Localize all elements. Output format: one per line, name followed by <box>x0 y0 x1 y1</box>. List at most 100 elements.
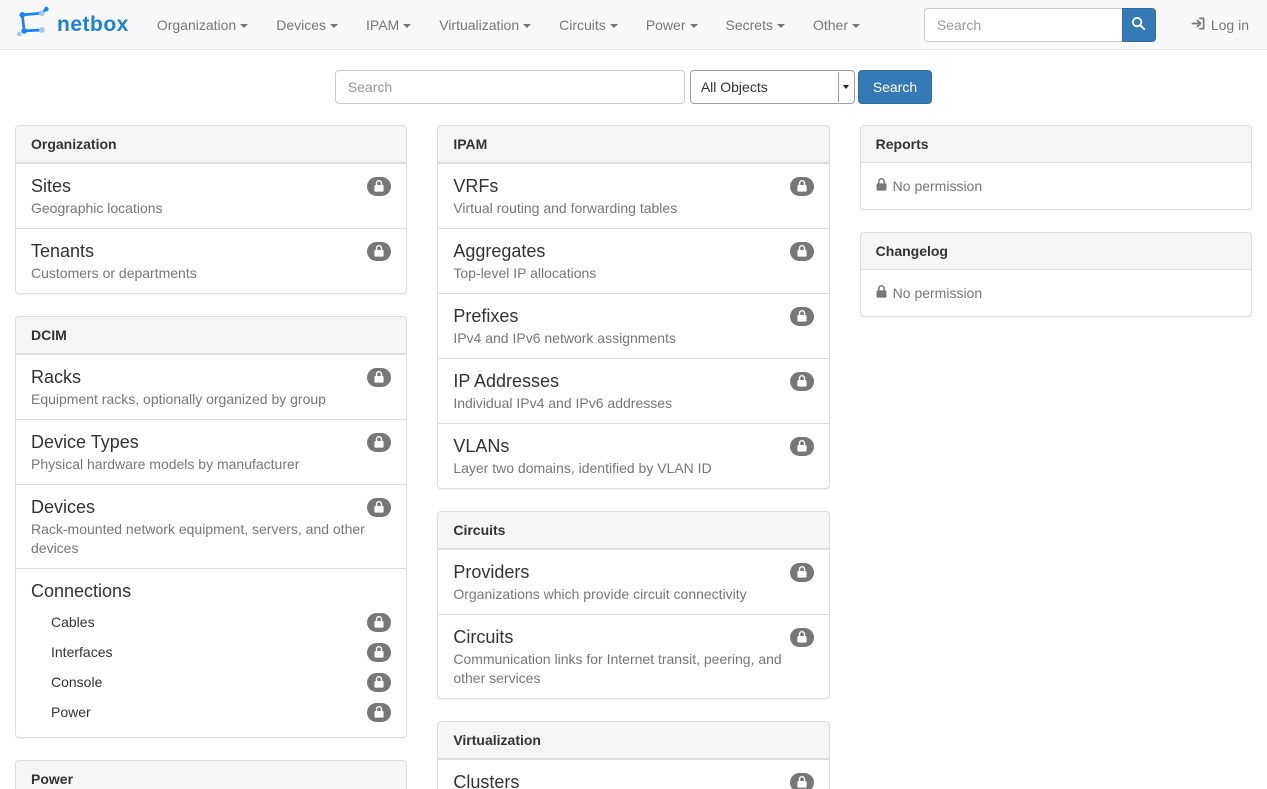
nav-power[interactable]: Power <box>632 2 712 48</box>
lock-icon <box>367 368 391 387</box>
list-item-ip-addresses[interactable]: IP Addresses Individual IPv4 and IPv6 ad… <box>438 358 828 423</box>
panel-title: IPAM <box>438 126 828 163</box>
sub-item-cables[interactable]: Cables <box>51 607 391 637</box>
chevron-down-icon <box>690 24 698 28</box>
sub-item-interfaces[interactable]: Interfaces <box>51 637 391 667</box>
panel-reports: Reports No permission <box>860 125 1252 210</box>
list-item-vlans[interactable]: VLANs Layer two domains, identified by V… <box>438 423 828 488</box>
list-item-connections: Connections Cables Interfaces Console <box>16 568 406 737</box>
panel-power: Power <box>15 760 407 789</box>
item-description: Top-level IP allocations <box>453 264 813 283</box>
chevron-down-icon <box>240 24 248 28</box>
chevron-down-icon <box>403 24 411 28</box>
lock-icon <box>790 628 814 647</box>
nav-organization[interactable]: Organization <box>143 2 262 48</box>
lock-icon <box>367 498 391 517</box>
panel-title: Virtualization <box>438 722 828 759</box>
object-type-select[interactable]: All Objects <box>690 70 855 104</box>
list-item-aggregates[interactable]: Aggregates Top-level IP allocations <box>438 228 828 293</box>
select-dropdown-strip <box>838 72 853 102</box>
lock-icon <box>367 433 391 452</box>
panel-title: Reports <box>861 126 1251 163</box>
item-description: IPv4 and IPv6 network assignments <box>453 329 813 348</box>
item-description: Equipment racks, optionally organized by… <box>31 390 391 409</box>
column-left: Organization Sites Geographic locations … <box>15 125 407 789</box>
nav-other[interactable]: Other <box>799 2 874 48</box>
item-description: Physical hardware models by manufacturer <box>31 455 391 474</box>
netbox-brand-link[interactable]: netbox <box>15 6 129 43</box>
panel-ipam: IPAM VRFs Virtual routing and forwarding… <box>437 125 829 489</box>
no-permission-label: No permission <box>893 285 982 301</box>
list-item-sites[interactable]: Sites Geographic locations <box>16 163 406 228</box>
lock-icon <box>790 437 814 456</box>
no-permission-row: No permission <box>861 163 1251 209</box>
list-item-device-types[interactable]: Device Types Physical hardware models by… <box>16 419 406 484</box>
search-submit-button[interactable]: Search <box>858 70 932 104</box>
panel-virtualization: Virtualization Clusters <box>437 721 829 789</box>
panel-changelog: Changelog No permission <box>860 232 1252 317</box>
item-description: Virtual routing and forwarding tables <box>453 199 813 218</box>
lock-icon <box>367 242 391 261</box>
panel-title: Changelog <box>861 233 1251 270</box>
navbar-search-button[interactable] <box>1122 8 1156 42</box>
item-title: Prefixes <box>453 304 518 328</box>
dashboard-grid: Organization Sites Geographic locations … <box>0 125 1267 789</box>
no-permission-row: No permission <box>861 270 1251 316</box>
sign-in-icon <box>1191 16 1206 34</box>
item-title: IP Addresses <box>453 369 559 393</box>
sub-item-label: Power <box>51 704 91 720</box>
panel-circuits: Circuits Providers Organizations which p… <box>437 511 829 699</box>
navbar-search-input[interactable] <box>924 8 1122 42</box>
netbox-logo-icon <box>15 6 51 43</box>
panel-title: Power <box>16 761 406 789</box>
login-link[interactable]: Log in <box>1188 16 1252 34</box>
panel-title: Circuits <box>438 512 828 549</box>
column-right: Reports No permission Changelog No permi… <box>860 125 1252 339</box>
list-item-vrfs[interactable]: VRFs Virtual routing and forwarding tabl… <box>438 163 828 228</box>
login-label: Log in <box>1211 17 1249 33</box>
item-description: Customers or departments <box>31 264 391 283</box>
sub-item-console[interactable]: Console <box>51 667 391 697</box>
lock-icon <box>367 613 391 632</box>
panel-title: DCIM <box>16 317 406 354</box>
sub-item-power[interactable]: Power <box>51 697 391 727</box>
list-item-circuits[interactable]: Circuits Communication links for Interne… <box>438 614 828 698</box>
item-description: Organizations which provide circuit conn… <box>453 585 813 604</box>
sub-item-label: Cables <box>51 614 95 630</box>
chevron-down-icon <box>523 24 531 28</box>
lock-icon <box>367 673 391 692</box>
nav-ipam[interactable]: IPAM <box>352 2 425 48</box>
main-nav: Organization Devices IPAM Virtualization… <box>143 2 874 48</box>
global-search-bar: All Objects Search <box>0 70 1267 104</box>
item-description: Layer two domains, identified by VLAN ID <box>453 459 813 478</box>
chevron-down-icon <box>330 24 338 28</box>
object-type-selected: All Objects <box>701 79 768 95</box>
item-description: Individual IPv4 and IPv6 addresses <box>453 394 813 413</box>
list-item-tenants[interactable]: Tenants Customers or departments <box>16 228 406 293</box>
chevron-down-icon <box>843 85 849 89</box>
item-description: Rack-mounted network equipment, servers,… <box>31 520 391 558</box>
list-item-racks[interactable]: Racks Equipment racks, optionally organi… <box>16 354 406 419</box>
no-permission-label: No permission <box>893 178 982 194</box>
navbar-search-form <box>924 8 1156 42</box>
list-item-devices[interactable]: Devices Rack-mounted network equipment, … <box>16 484 406 568</box>
panel-dcim: DCIM Racks Equipment racks, optionally o… <box>15 316 407 738</box>
lock-icon <box>876 178 887 194</box>
item-title: Devices <box>31 495 95 519</box>
list-item-clusters[interactable]: Clusters <box>438 759 828 789</box>
nav-virtualization[interactable]: Virtualization <box>425 2 545 48</box>
item-title: Connections <box>31 579 131 603</box>
lock-icon <box>367 177 391 196</box>
list-item-prefixes[interactable]: Prefixes IPv4 and IPv6 network assignmen… <box>438 293 828 358</box>
lock-icon <box>790 563 814 582</box>
top-navbar: netbox Organization Devices IPAM Virtual… <box>0 0 1267 50</box>
item-title: VRFs <box>453 174 498 198</box>
nav-circuits[interactable]: Circuits <box>545 2 632 48</box>
item-title: Tenants <box>31 239 94 263</box>
lock-icon <box>790 307 814 326</box>
nav-devices[interactable]: Devices <box>262 2 352 48</box>
list-item-providers[interactable]: Providers Organizations which provide ci… <box>438 549 828 614</box>
search-icon <box>1131 16 1146 34</box>
nav-secrets[interactable]: Secrets <box>712 2 799 48</box>
search-input[interactable] <box>335 70 685 104</box>
